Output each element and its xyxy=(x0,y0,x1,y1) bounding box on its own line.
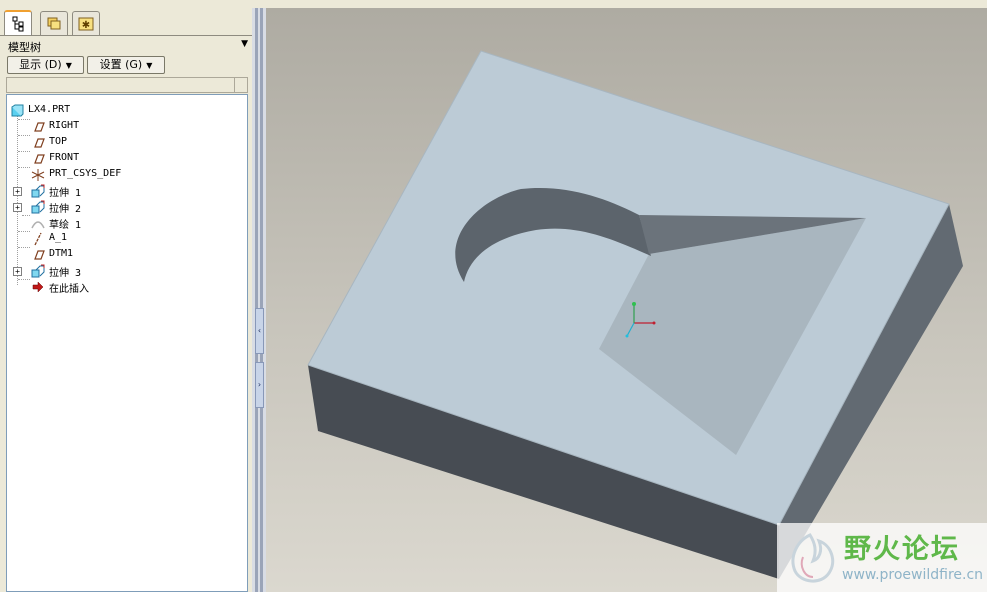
part-model-3d xyxy=(307,50,963,579)
model-tree: LX4.PRT RIGHT TOP FRONT PRT_CSYS_DEF + 拉… xyxy=(6,94,248,592)
extrude-icon xyxy=(31,200,45,214)
show-button[interactable]: 显示 (D) ▼ xyxy=(7,56,84,74)
tree-item-label: 拉伸 1 xyxy=(49,188,82,199)
datum-plane-icon xyxy=(31,152,45,166)
tab-divider xyxy=(0,35,252,36)
tree-item-label: A_1 xyxy=(49,232,68,243)
tree-item-part[interactable]: LX4.PRT xyxy=(7,103,247,119)
column-header-cell xyxy=(234,78,247,92)
tree-item-extrude-2[interactable]: + 拉伸 2 xyxy=(7,199,247,215)
panel-splitter[interactable]: ‹ › xyxy=(252,8,266,592)
model-tree-tab[interactable] xyxy=(4,10,32,36)
tree-item-extrude-1[interactable]: + 拉伸 1 xyxy=(7,183,247,199)
watermark-url: www.proewildfire.cn xyxy=(842,567,984,583)
datum-axis-icon xyxy=(31,232,45,246)
tree-item-top-plane[interactable]: TOP xyxy=(7,135,247,151)
tree-item-insert-here[interactable]: 在此插入 xyxy=(7,279,247,295)
tree-item-label: 拉伸 2 xyxy=(49,204,82,215)
favorites-icon: ✱ xyxy=(78,17,94,31)
sketch-icon xyxy=(31,216,45,230)
model-tree-title: 模型树 xyxy=(8,41,41,54)
datum-plane-icon xyxy=(31,120,45,134)
chevron-down-icon: ▼ xyxy=(65,61,72,70)
tree-column-header xyxy=(6,77,248,93)
svg-text:✱: ✱ xyxy=(82,20,90,31)
tree-item-label: DTM1 xyxy=(49,248,74,259)
coordinate-system-icon xyxy=(31,168,45,182)
splitter-rail xyxy=(255,8,258,592)
tree-item-axis[interactable]: A_1 xyxy=(7,231,247,247)
watermark-title: 野火论坛 xyxy=(844,534,960,565)
tree-item-label: RIGHT xyxy=(49,120,80,131)
layer-tree-tab[interactable] xyxy=(40,11,68,35)
datum-plane-icon xyxy=(31,136,45,150)
expand-icon[interactable]: + xyxy=(13,187,22,196)
panel-menu-arrow-icon[interactable]: ▼ xyxy=(241,39,248,49)
expand-icon[interactable]: + xyxy=(13,203,22,212)
tree-item-label: 在此插入 xyxy=(49,284,89,295)
datum-plane-icon xyxy=(31,248,45,262)
extrude-icon xyxy=(31,184,45,198)
model-tree-icon xyxy=(12,16,24,32)
tree-item-front-plane[interactable]: FRONT xyxy=(7,151,247,167)
expand-icon[interactable]: + xyxy=(13,267,22,276)
flame-logo-icon xyxy=(791,533,835,583)
tree-item-label: TOP xyxy=(49,136,68,147)
favorites-tab[interactable]: ✱ xyxy=(72,11,100,35)
navigator-panel: ✱ 模型树 ▼ 显示 (D) ▼ 设置 (G) ▼ LX4.PRT RIGHT … xyxy=(0,8,252,592)
tree-item-dtm1[interactable]: DTM1 xyxy=(7,247,247,263)
tree-item-label: PRT_CSYS_DEF xyxy=(49,168,122,179)
tree-item-sketch-1[interactable]: 草绘 1 xyxy=(7,215,247,231)
splitter-rail xyxy=(260,8,263,592)
collapse-panel-arrow-icon[interactable]: ‹ xyxy=(255,308,264,354)
tree-item-label: 拉伸 3 xyxy=(49,268,82,279)
expand-panel-arrow-icon[interactable]: › xyxy=(255,362,264,408)
insert-here-arrow-icon xyxy=(31,280,45,294)
part-icon xyxy=(10,104,24,118)
tree-item-label: LX4.PRT xyxy=(28,104,71,115)
settings-button-label: 设置 (G) xyxy=(99,58,143,71)
settings-button[interactable]: 设置 (G) ▼ xyxy=(87,56,165,74)
model-tree-header: 模型树 ▼ xyxy=(0,38,252,54)
extrude-icon xyxy=(31,264,45,278)
chevron-down-icon: ▼ xyxy=(146,61,153,70)
tree-item-csys[interactable]: PRT_CSYS_DEF xyxy=(7,167,247,183)
navigator-tabs: ✱ xyxy=(0,8,252,36)
folder-browser-icon xyxy=(47,17,61,30)
tree-item-label: 草绘 1 xyxy=(49,220,82,231)
graphics-viewport[interactable] xyxy=(266,8,987,592)
tree-item-extrude-3[interactable]: + 拉伸 3 xyxy=(7,263,247,279)
tree-item-label: FRONT xyxy=(49,152,80,163)
show-button-label: 显示 (D) xyxy=(19,58,62,71)
tree-item-right-plane[interactable]: RIGHT xyxy=(7,119,247,135)
forum-watermark: 野火论坛 www.proewildfire.cn xyxy=(777,523,987,592)
